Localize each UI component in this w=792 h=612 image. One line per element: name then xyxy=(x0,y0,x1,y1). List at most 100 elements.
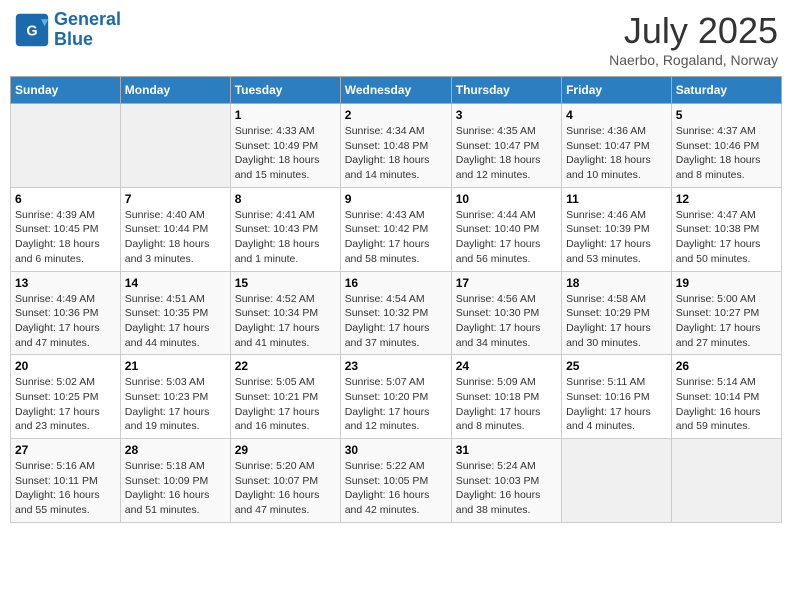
day-number: 23 xyxy=(345,359,447,373)
day-number: 3 xyxy=(456,108,557,122)
calendar-cell xyxy=(671,439,781,523)
calendar-cell: 6Sunrise: 4:39 AM Sunset: 10:45 PM Dayli… xyxy=(11,187,121,271)
weekday-header-thursday: Thursday xyxy=(451,77,561,104)
day-number: 10 xyxy=(456,192,557,206)
calendar-cell: 31 Sunrise: 5:24 AM Sunset: 10:03 PM Dayl… xyxy=(451,439,561,523)
svg-text:G: G xyxy=(26,23,37,39)
day-info: Sunrise: 5:07 AM Sunset: 10:20 PM Daylig… xyxy=(345,375,447,434)
day-info: Sunrise: 4:44 AM Sunset: 10:40 PM Daylig… xyxy=(456,208,557,267)
weekday-header-saturday: Saturday xyxy=(671,77,781,104)
day-number: 4 xyxy=(566,108,667,122)
day-info: Sunrise: 5:22 AM Sunset: 10:05 PM Daylig… xyxy=(345,459,447,518)
calendar-cell: 4 Sunrise: 4:36 AM Sunset: 10:47 PM Dayli… xyxy=(562,104,672,188)
calendar-cell: 19 Sunrise: 5:00 AM Sunset: 10:27 PM Dayl… xyxy=(671,271,781,355)
calendar-cell: 2 Sunrise: 4:34 AM Sunset: 10:48 PM Dayli… xyxy=(340,104,451,188)
weekday-header-friday: Friday xyxy=(562,77,672,104)
day-info: Sunrise: 4:36 AM Sunset: 10:47 PM Daylig… xyxy=(566,124,667,183)
calendar-week-row: 13Sunrise: 4:49 AM Sunset: 10:36 PM Dayl… xyxy=(11,271,782,355)
day-number: 31 xyxy=(456,443,557,457)
logo: G General Blue xyxy=(14,10,121,50)
day-number: 7 xyxy=(125,192,226,206)
page-header: G General Blue July 2025 Naerbo, Rogalan… xyxy=(10,10,782,68)
calendar-cell xyxy=(120,104,230,188)
day-number: 30 xyxy=(345,443,447,457)
weekday-header-monday: Monday xyxy=(120,77,230,104)
day-info: Sunrise: 5:16 AM Sunset: 10:11 PM Daylig… xyxy=(15,459,116,518)
calendar-cell: 26 Sunrise: 5:14 AM Sunset: 10:14 PM Dayl… xyxy=(671,355,781,439)
calendar-cell: 21 Sunrise: 5:03 AM Sunset: 10:23 PM Dayl… xyxy=(120,355,230,439)
day-number: 24 xyxy=(456,359,557,373)
location: Naerbo, Rogaland, Norway xyxy=(609,52,778,68)
day-info: Sunrise: 4:58 AM Sunset: 10:29 PM Daylig… xyxy=(566,292,667,351)
calendar-cell: 22Sunrise: 5:05 AM Sunset: 10:21 PM Dayl… xyxy=(230,355,340,439)
day-number: 8 xyxy=(235,192,336,206)
day-number: 17 xyxy=(456,276,557,290)
day-info: Sunrise: 5:24 AM Sunset: 10:03 PM Daylig… xyxy=(456,459,557,518)
day-number: 21 xyxy=(125,359,226,373)
day-number: 2 xyxy=(345,108,447,122)
calendar-cell: 16Sunrise: 4:54 AM Sunset: 10:32 PM Dayl… xyxy=(340,271,451,355)
calendar-cell: 18 Sunrise: 4:58 AM Sunset: 10:29 PM Dayl… xyxy=(562,271,672,355)
day-number: 25 xyxy=(566,359,667,373)
calendar-cell: 7 Sunrise: 4:40 AM Sunset: 10:44 PM Dayli… xyxy=(120,187,230,271)
calendar-cell: 12 Sunrise: 4:47 AM Sunset: 10:38 PM Dayl… xyxy=(671,187,781,271)
day-info: Sunrise: 5:09 AM Sunset: 10:18 PM Daylig… xyxy=(456,375,557,434)
title-block: July 2025 Naerbo, Rogaland, Norway xyxy=(609,10,778,68)
calendar-cell: 17 Sunrise: 4:56 AM Sunset: 10:30 PM Dayl… xyxy=(451,271,561,355)
calendar-week-row: 6Sunrise: 4:39 AM Sunset: 10:45 PM Dayli… xyxy=(11,187,782,271)
day-number: 28 xyxy=(125,443,226,457)
day-number: 11 xyxy=(566,192,667,206)
day-number: 20 xyxy=(15,359,116,373)
day-number: 6 xyxy=(15,192,116,206)
calendar-week-row: 20 Sunrise: 5:02 AM Sunset: 10:25 PM Dayl… xyxy=(11,355,782,439)
calendar-cell: 9Sunrise: 4:43 AM Sunset: 10:42 PM Dayli… xyxy=(340,187,451,271)
calendar-cell: 10 Sunrise: 4:44 AM Sunset: 10:40 PM Dayl… xyxy=(451,187,561,271)
day-number: 5 xyxy=(676,108,777,122)
calendar-cell: 14Sunrise: 4:51 AM Sunset: 10:35 PM Dayl… xyxy=(120,271,230,355)
calendar-cell: 25 Sunrise: 5:11 AM Sunset: 10:16 PM Dayl… xyxy=(562,355,672,439)
weekday-header-tuesday: Tuesday xyxy=(230,77,340,104)
day-info: Sunrise: 5:20 AM Sunset: 10:07 PM Daylig… xyxy=(235,459,336,518)
weekday-header-sunday: Sunday xyxy=(11,77,121,104)
day-info: Sunrise: 4:33 AM Sunset: 10:49 PM Daylig… xyxy=(235,124,336,183)
day-number: 19 xyxy=(676,276,777,290)
calendar-week-row: 27 Sunrise: 5:16 AM Sunset: 10:11 PM Dayl… xyxy=(11,439,782,523)
day-info: Sunrise: 5:11 AM Sunset: 10:16 PM Daylig… xyxy=(566,375,667,434)
logo-icon: G xyxy=(14,12,50,48)
day-info: Sunrise: 4:51 AM Sunset: 10:35 PM Daylig… xyxy=(125,292,226,351)
day-number: 27 xyxy=(15,443,116,457)
calendar-cell: 15Sunrise: 4:52 AM Sunset: 10:34 PM Dayl… xyxy=(230,271,340,355)
calendar-cell: 11 Sunrise: 4:46 AM Sunset: 10:39 PM Dayl… xyxy=(562,187,672,271)
calendar-cell: 13Sunrise: 4:49 AM Sunset: 10:36 PM Dayl… xyxy=(11,271,121,355)
calendar-week-row: 1 Sunrise: 4:33 AM Sunset: 10:49 PM Dayli… xyxy=(11,104,782,188)
day-number: 13 xyxy=(15,276,116,290)
day-info: Sunrise: 4:47 AM Sunset: 10:38 PM Daylig… xyxy=(676,208,777,267)
day-number: 26 xyxy=(676,359,777,373)
day-info: Sunrise: 5:00 AM Sunset: 10:27 PM Daylig… xyxy=(676,292,777,351)
day-info: Sunrise: 4:46 AM Sunset: 10:39 PM Daylig… xyxy=(566,208,667,267)
calendar-cell: 24 Sunrise: 5:09 AM Sunset: 10:18 PM Dayl… xyxy=(451,355,561,439)
calendar-cell: 5 Sunrise: 4:37 AM Sunset: 10:46 PM Dayli… xyxy=(671,104,781,188)
calendar-cell: 1 Sunrise: 4:33 AM Sunset: 10:49 PM Dayli… xyxy=(230,104,340,188)
calendar-cell: 20 Sunrise: 5:02 AM Sunset: 10:25 PM Dayl… xyxy=(11,355,121,439)
day-number: 29 xyxy=(235,443,336,457)
day-info: Sunrise: 4:37 AM Sunset: 10:46 PM Daylig… xyxy=(676,124,777,183)
day-number: 18 xyxy=(566,276,667,290)
day-info: Sunrise: 4:35 AM Sunset: 10:47 PM Daylig… xyxy=(456,124,557,183)
day-info: Sunrise: 5:18 AM Sunset: 10:09 PM Daylig… xyxy=(125,459,226,518)
day-info: Sunrise: 5:02 AM Sunset: 10:25 PM Daylig… xyxy=(15,375,116,434)
day-number: 15 xyxy=(235,276,336,290)
day-info: Sunrise: 4:34 AM Sunset: 10:48 PM Daylig… xyxy=(345,124,447,183)
day-info: Sunrise: 4:40 AM Sunset: 10:44 PM Daylig… xyxy=(125,208,226,267)
day-number: 12 xyxy=(676,192,777,206)
calendar-cell: 28 Sunrise: 5:18 AM Sunset: 10:09 PM Dayl… xyxy=(120,439,230,523)
day-number: 1 xyxy=(235,108,336,122)
day-info: Sunrise: 5:03 AM Sunset: 10:23 PM Daylig… xyxy=(125,375,226,434)
day-number: 9 xyxy=(345,192,447,206)
day-info: Sunrise: 5:14 AM Sunset: 10:14 PM Daylig… xyxy=(676,375,777,434)
day-info: Sunrise: 4:56 AM Sunset: 10:30 PM Daylig… xyxy=(456,292,557,351)
day-info: Sunrise: 4:54 AM Sunset: 10:32 PM Daylig… xyxy=(345,292,447,351)
weekday-header-wednesday: Wednesday xyxy=(340,77,451,104)
calendar-cell: 30 Sunrise: 5:22 AM Sunset: 10:05 PM Dayl… xyxy=(340,439,451,523)
month-title: July 2025 xyxy=(609,10,778,52)
